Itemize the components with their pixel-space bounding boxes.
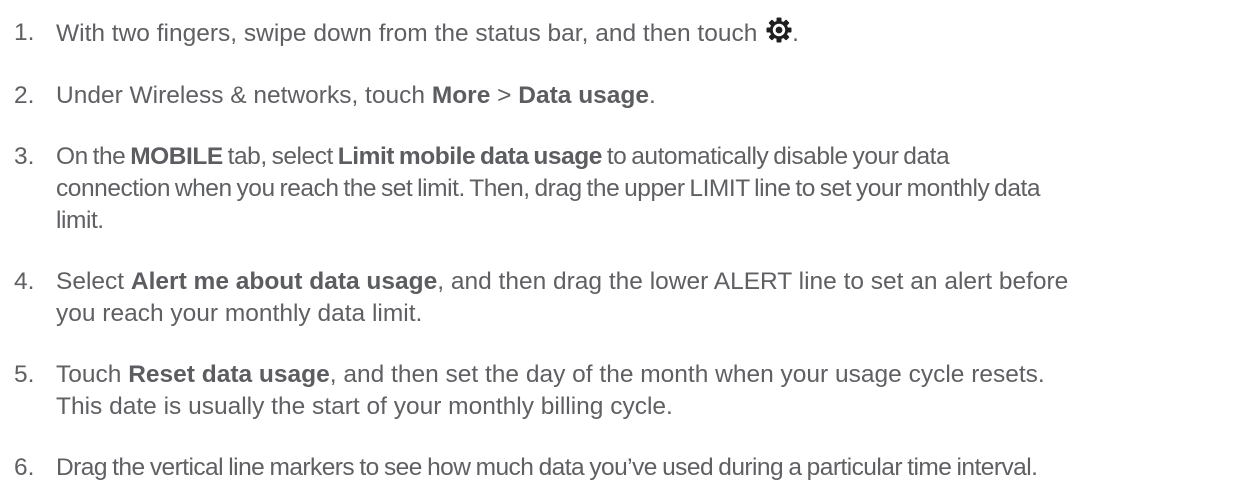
step-text: Under Wireless & networks, touch More > … [56, 82, 656, 109]
step-text: Select Alert me about data usage, and th… [56, 268, 1069, 327]
ui-term-limit-mobile-data-usage: Limit mobile data usage [337, 143, 603, 170]
step-text: On the MOBILE tab, select Limit mobile d… [56, 143, 1041, 234]
ui-term-more: More [431, 82, 491, 109]
step-text: Touch Reset data usage, and then set the… [56, 361, 1045, 420]
step-number: 3. [14, 143, 35, 170]
step-number: 5. [14, 361, 35, 388]
step-number: 6. [14, 454, 35, 481]
step-number: 2. [14, 82, 35, 109]
step-text: Drag the vertical line markers to see ho… [56, 454, 1038, 481]
ui-term-alert-me-about-data-usage: Alert me about data usage [130, 268, 438, 295]
ui-term-data-usage: Data usage [518, 82, 649, 109]
step-number: 1. [14, 19, 35, 46]
step-text: With two fingers, swipe down from the st… [56, 17, 1248, 50]
gear-icon [766, 17, 792, 43]
ui-term-mobile: MOBILE [130, 143, 223, 170]
step-number: 4. [14, 268, 35, 295]
ui-term-reset-data-usage: Reset data usage [128, 361, 330, 388]
